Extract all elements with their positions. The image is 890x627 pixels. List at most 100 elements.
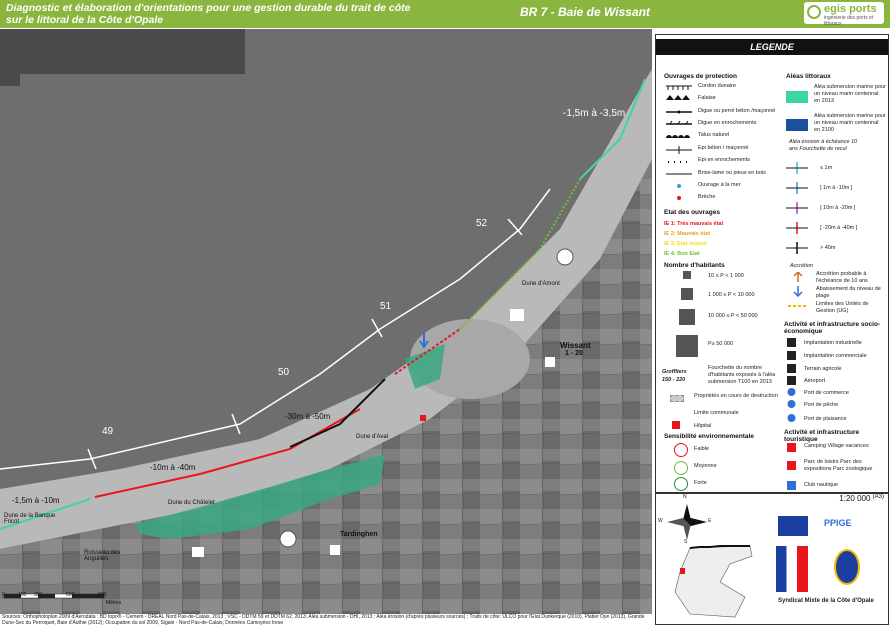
legend-touris-2: Club nautique xyxy=(804,482,838,488)
legend-socio-5: Port de pêche xyxy=(804,402,839,408)
legend-sens-2: Forte xyxy=(694,480,707,486)
legend-socio-2: Terrain agricole xyxy=(804,366,842,372)
legend-erosion-2: ] 10m à -20m ] xyxy=(820,205,856,211)
touris-icons xyxy=(787,443,796,490)
locator-map xyxy=(674,545,753,618)
legend-socio-6: Port de plaisance xyxy=(804,416,847,422)
place-dune-amont: Dune d'Amont xyxy=(522,281,560,287)
legend-ouvrage-6: Epi en enrochements xyxy=(698,157,750,163)
locator-current-box xyxy=(680,568,685,574)
place-dune-aval: Dune d'Aval xyxy=(356,434,389,440)
place-wissant-range: 1 - 20 xyxy=(565,350,583,357)
compass-rose-icon xyxy=(667,504,707,540)
legend-etat-2: IE 3: Etat moyen xyxy=(664,241,707,247)
village-icon-wissant xyxy=(545,357,555,367)
legend-etat-0: IE 1: Très mauvais état xyxy=(664,221,724,227)
ug-number-49: 49 xyxy=(102,426,114,437)
legend-ouvrage-5: Epi béton / maçonné xyxy=(698,145,749,151)
ug-number-51: 51 xyxy=(380,301,392,312)
legend-erosion-3: ] -20m à -40m ] xyxy=(820,225,858,231)
legend-erosion-title: Aléa érosion à échéance 10 ans Fourchett… xyxy=(789,139,858,152)
legend-erosion-0: ≤ 1m xyxy=(820,165,833,171)
map-reference: BR 7 - Baie de Wissant xyxy=(520,5,650,19)
sensibility-medium-icon xyxy=(674,461,688,475)
legend-socio-1: Implantation commerciale xyxy=(804,353,867,359)
legend-accretion-2: Limites des Unités de Gestion (UG) xyxy=(816,301,869,314)
legend-touris-title: Activité et infrastructure touristique xyxy=(784,429,860,443)
place-tardinghen: Tardinghen xyxy=(340,531,378,538)
sensibility-high-icon xyxy=(674,477,688,491)
place-dune-banque: Dune de la Banque Fricot xyxy=(4,513,56,525)
habitants-symbols xyxy=(676,271,698,357)
place-ruisseau: Ruisseau des Anguilles xyxy=(84,550,121,562)
legend-hab-1: 1 000 ≤ P < 10 000 xyxy=(708,292,755,298)
legend-hopital: Hôpital xyxy=(694,423,712,429)
compass-e: E xyxy=(708,518,712,524)
legend-ouvrage-4: Talus naturel xyxy=(698,132,730,138)
legend-aleas-title: Aléas littoraux xyxy=(786,73,831,80)
legend-fourchette-text: Fourchette du nombre d'habitants exposés… xyxy=(708,365,776,385)
sensibility-low-icon xyxy=(674,443,688,457)
legend-hab-0: 10 ≤ P < 1 000 xyxy=(708,273,744,279)
hospital-legend-icon xyxy=(672,421,680,429)
seg-label-left: -1,5m à -10m xyxy=(12,496,60,505)
legend-ouvrages-title: Ouvrages de protection xyxy=(664,73,737,80)
seg-label-left-mid: -10m à -40m xyxy=(150,463,196,472)
ouvrages-symbols xyxy=(666,85,692,200)
legend-hab-2: 10 000 ≤ P < 50 000 xyxy=(708,313,758,319)
paper-size: (A3) xyxy=(872,494,884,500)
legend-alea-1: Aléa submersion marine pour un niveau ma… xyxy=(814,113,886,133)
dark-sea-block xyxy=(0,29,245,74)
sensibility-icon-tardinghen xyxy=(279,530,297,548)
sources-text: Sources: Orthophotoplan 2009 d'Aerodata … xyxy=(2,614,645,626)
legend-ouvrage-3: Digue en enrochements xyxy=(698,120,757,126)
legend-ouvrage-7: Brise-lame ou pieux en bois xyxy=(698,170,766,176)
ug-number-50: 50 xyxy=(278,367,290,378)
bottom-panel: 1:20 000 (A3) N S E W PPIGE Syndicat Mix… xyxy=(655,493,889,625)
legend-accretion-title: Accrétion xyxy=(790,263,813,269)
legend-socio-4: Port de commerce xyxy=(804,390,849,396)
legend-fourchette-range: 150 - 220 xyxy=(662,377,686,383)
scale-ratio: 1:20 000 xyxy=(839,494,871,503)
map-canvas xyxy=(0,29,652,614)
legend-ouvrage-2: Digue ou perré béton /maçonné xyxy=(698,108,776,114)
legend-panel: LEGENDE Ouvrages de protection Cordon du… xyxy=(655,34,889,493)
republique-logo xyxy=(776,546,808,592)
legend-socio-title: Activité et infrastructure socio-économi… xyxy=(784,321,881,335)
legend-alea-0: Aléa submersion marine pour un niveau ma… xyxy=(814,84,886,104)
erosion-symbols xyxy=(786,162,808,254)
village-icon-tardinghen xyxy=(330,545,340,555)
seg-label-mid: -30m à -50m xyxy=(285,412,331,421)
legend-ouvrage-1: Falaise xyxy=(698,95,716,101)
scale-tick-600: 600 xyxy=(66,592,75,598)
legend-limite: Limite communale xyxy=(694,410,739,416)
syndicat-logo: Syndicat Mixte de la Côte d'Opale xyxy=(778,598,874,604)
aleas-2013-swatch xyxy=(786,91,808,103)
legend-sens-1: Moyenne xyxy=(694,463,717,469)
legend-title: LEGENDE xyxy=(656,39,888,55)
egis-logo-name: egis ports xyxy=(824,3,877,15)
legend-touris-0: Camping Village vacances xyxy=(804,443,869,449)
legend-proprietes: Propriétés en cours de destruction xyxy=(694,393,778,399)
legend-fourchette-name: Groffliers xyxy=(662,369,687,375)
legend-etat-1: IE 2: Mauvais état xyxy=(664,231,711,237)
egis-logo-tagline: ingénierie des ports et littoraux xyxy=(824,15,874,27)
compass-n: N xyxy=(683,494,687,500)
legend-accretion-1: Abaissement du niveau de plage xyxy=(816,286,881,299)
legend-erosion-1: ] 1m à -10m ] xyxy=(820,185,853,191)
legend-socio-0: Implantation industrielle xyxy=(804,340,862,346)
legend-hab-3: P≥ 50 000 xyxy=(708,341,734,347)
accretion-symbols xyxy=(788,272,808,307)
map-panel[interactable]: -1,5m à -3,5m 52 51 50 49 -30m à -50m -1… xyxy=(0,29,652,614)
sensibility-icon-amont xyxy=(556,248,574,266)
legend-ouvrage-9: Brèche xyxy=(698,194,716,200)
limite-symbol xyxy=(670,395,684,402)
scale-tick-300: 300 xyxy=(34,592,43,598)
legend-erosion-4: > 40m xyxy=(820,245,836,251)
region-logo xyxy=(834,549,860,585)
scale-tick-900: 900 xyxy=(98,592,107,598)
place-dune-chatelet: Dune du Châtelet xyxy=(168,500,215,506)
agri-icon xyxy=(192,547,204,557)
legend-etat-title: Etat des ouvrages xyxy=(664,209,720,216)
legend-sensibilite-title: Sensibilité environnementale xyxy=(664,433,754,440)
